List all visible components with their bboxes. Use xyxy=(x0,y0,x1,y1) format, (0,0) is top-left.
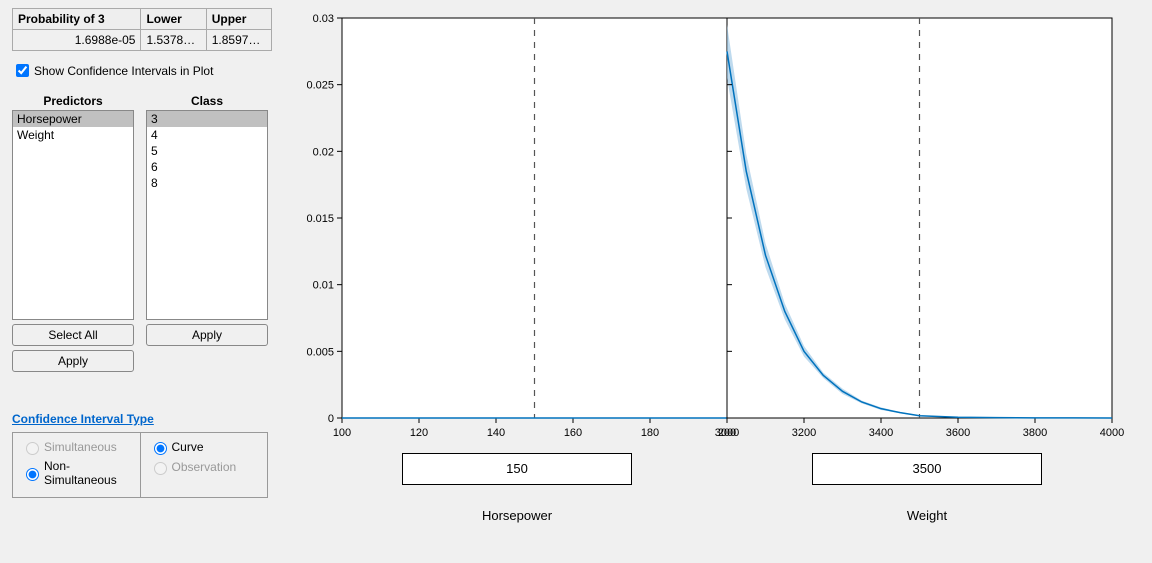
svg-text:0.02: 0.02 xyxy=(313,146,334,158)
ci-type-box: Simultaneous Non-Simultaneous Curve Observ… xyxy=(12,432,268,498)
list-item[interactable]: 5 xyxy=(147,143,267,159)
horsepower-input[interactable]: 150 xyxy=(402,453,632,485)
probability-table: Probability of 3 Lower Upper 1.6988e-05 … xyxy=(12,8,272,51)
td-upper: 1.8597e… xyxy=(206,30,271,51)
svg-text:3600: 3600 xyxy=(946,427,970,438)
select-all-button[interactable]: Select All xyxy=(12,324,134,346)
svg-text:0.025: 0.025 xyxy=(306,80,334,92)
svg-text:3400: 3400 xyxy=(869,427,893,438)
radio-simultaneous xyxy=(26,442,39,455)
radio-curve[interactable] xyxy=(154,442,167,455)
list-item[interactable]: 8 xyxy=(147,175,267,191)
th-prob: Probability of 3 xyxy=(13,9,141,30)
td-lower: 1.5378e… xyxy=(141,30,206,51)
list-item[interactable]: 6 xyxy=(147,159,267,175)
radio-non-simultaneous[interactable] xyxy=(26,468,39,481)
svg-text:0: 0 xyxy=(328,413,334,425)
weight-input[interactable]: 3500 xyxy=(812,453,1042,485)
radio-label: Non-Simultaneous xyxy=(44,459,132,487)
svg-text:3000: 3000 xyxy=(715,427,739,438)
apply-predictors-button[interactable]: Apply xyxy=(12,350,134,372)
class-listbox[interactable]: 34568 xyxy=(146,110,268,320)
predictors-label: Predictors xyxy=(12,94,134,108)
chart-area: 0 0.005 0.01 0.015 0.02 0.025 0.03 100 120 140 160… xyxy=(292,8,1132,438)
svg-text:140: 140 xyxy=(487,427,505,438)
show-ci-label[interactable]: Show Confidence Intervals in Plot xyxy=(34,64,213,78)
list-item[interactable]: Horsepower xyxy=(13,111,133,127)
svg-text:0.01: 0.01 xyxy=(313,280,334,292)
svg-text:3800: 3800 xyxy=(1023,427,1047,438)
chart-svg: 0 0.005 0.01 0.015 0.02 0.025 0.03 100 120 140 160… xyxy=(292,8,1132,438)
svg-text:160: 160 xyxy=(564,427,582,438)
svg-text:180: 180 xyxy=(641,427,659,438)
horsepower-axis-title: Horsepower xyxy=(402,508,632,523)
show-ci-checkbox[interactable] xyxy=(16,64,29,77)
list-item[interactable]: Weight xyxy=(13,127,133,143)
predictors-listbox[interactable]: HorsepowerWeight xyxy=(12,110,134,320)
apply-class-button[interactable]: Apply xyxy=(146,324,268,346)
weight-axis-title: Weight xyxy=(812,508,1042,523)
svg-text:3200: 3200 xyxy=(792,427,816,438)
svg-text:0.005: 0.005 xyxy=(306,346,334,358)
list-item[interactable]: 4 xyxy=(147,127,267,143)
radio-label: Observation xyxy=(172,460,237,474)
svg-text:120: 120 xyxy=(410,427,428,438)
svg-text:100: 100 xyxy=(333,427,351,438)
radio-label: Curve xyxy=(172,440,204,454)
list-item[interactable]: 3 xyxy=(147,111,267,127)
class-label: Class xyxy=(146,94,268,108)
ci-type-title: Confidence Interval Type xyxy=(12,412,282,426)
svg-text:0.015: 0.015 xyxy=(306,213,334,225)
td-prob: 1.6988e-05 xyxy=(13,30,141,51)
th-upper: Upper xyxy=(206,9,271,30)
radio-observation xyxy=(154,462,167,475)
radio-label: Simultaneous xyxy=(44,440,117,454)
svg-text:0.03: 0.03 xyxy=(313,13,334,25)
th-lower: Lower xyxy=(141,9,206,30)
svg-text:4000: 4000 xyxy=(1100,427,1124,438)
